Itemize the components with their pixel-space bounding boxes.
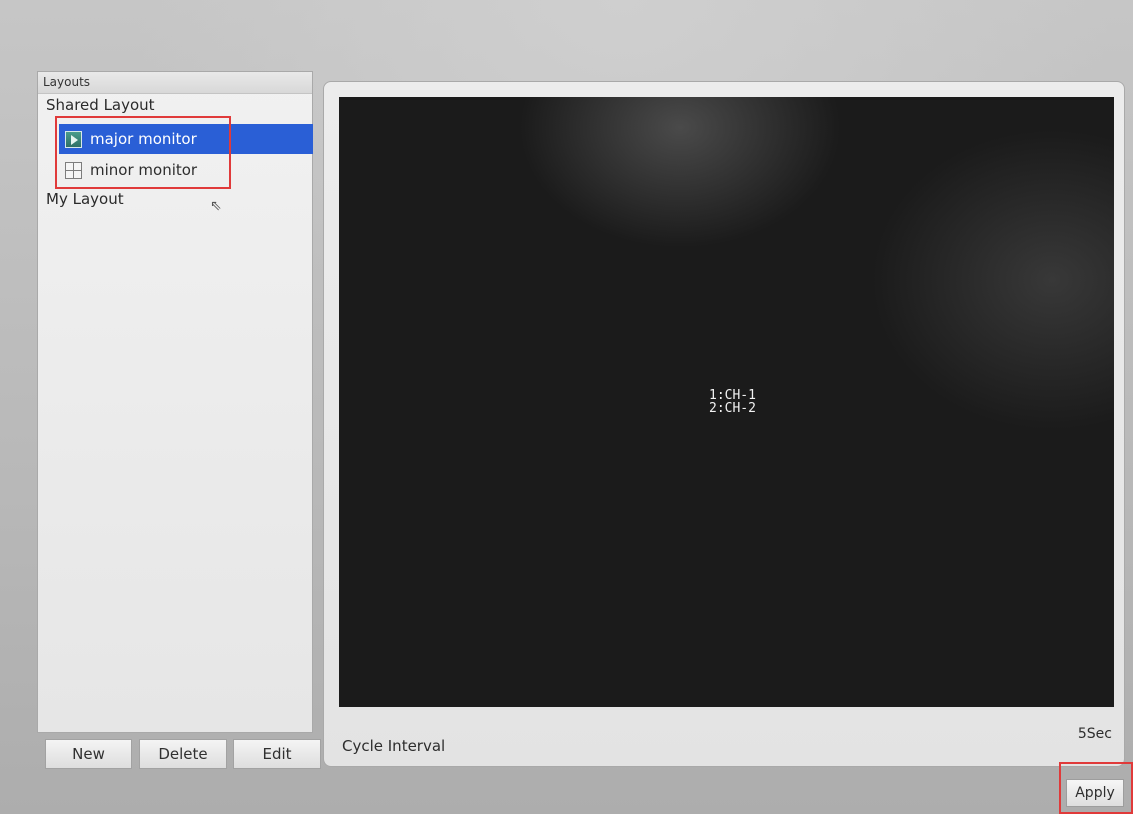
layout-item-major-monitor[interactable]: major monitor [59, 124, 313, 154]
cycle-interval-value[interactable]: 5Sec [1078, 726, 1112, 742]
delete-button[interactable]: Delete [139, 739, 227, 769]
cycle-interval-label: Cycle Interval [342, 737, 446, 755]
mouse-cursor-icon: ⇖ [210, 198, 222, 214]
layout-item-label: minor monitor [90, 161, 198, 179]
layout-item-label: major monitor [90, 130, 197, 148]
layout-preview-panel: 1:CH-1 2:CH-2 Cycle Interval 5Sec [323, 81, 1125, 767]
layouts-panel-title: Layouts [38, 72, 312, 94]
layout-settings-screen: Layouts Shared Layout major monitor mino… [0, 0, 1133, 814]
layout-preview: 1:CH-1 2:CH-2 [339, 97, 1114, 707]
edit-button[interactable]: Edit [233, 739, 321, 769]
play-icon [65, 130, 82, 148]
layout-item-minor-monitor[interactable]: minor monitor [59, 155, 313, 185]
apply-button[interactable]: Apply [1066, 779, 1124, 807]
grid-icon [65, 161, 82, 179]
layouts-panel: Layouts Shared Layout major monitor mino… [37, 71, 313, 733]
shared-layout-group[interactable]: Shared Layout [46, 96, 155, 114]
my-layout-group[interactable]: My Layout [46, 190, 124, 208]
new-button[interactable]: New [45, 739, 132, 769]
channel-label: 2:CH-2 [709, 401, 756, 416]
channel-list: 1:CH-1 2:CH-2 [709, 389, 756, 415]
